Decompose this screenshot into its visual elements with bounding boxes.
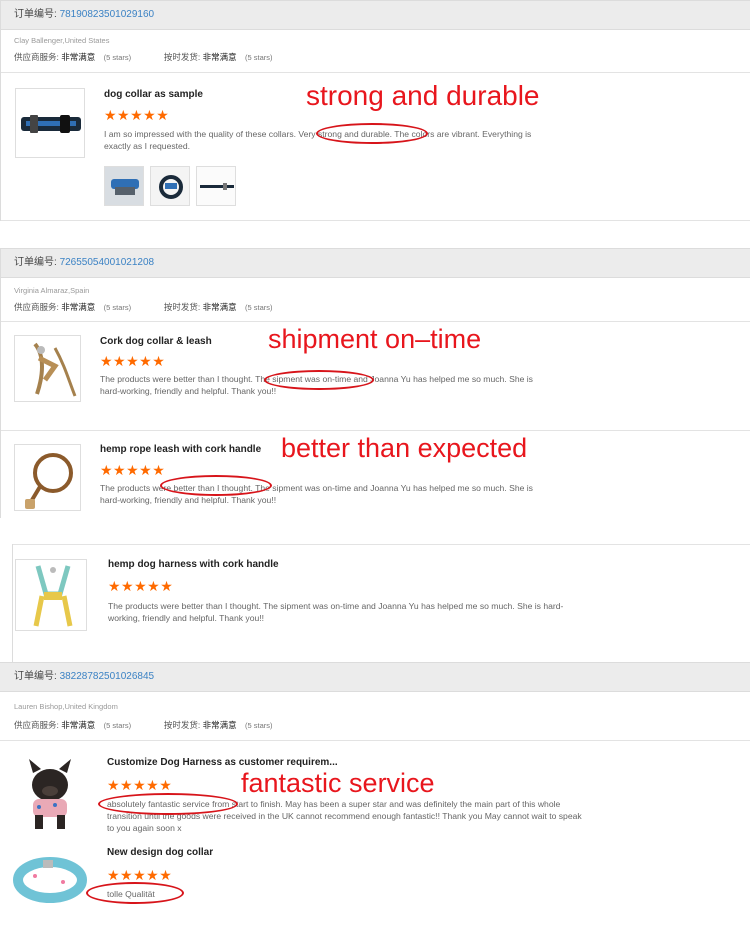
review-photo-thumb[interactable] bbox=[150, 166, 190, 206]
service-label: 供应商服务: bbox=[14, 720, 59, 730]
divider bbox=[0, 740, 750, 741]
highlight-ellipse bbox=[98, 793, 238, 815]
service-stars-text: (5 stars) bbox=[103, 303, 132, 312]
divider bbox=[0, 220, 750, 221]
product-image[interactable] bbox=[14, 335, 81, 402]
rating-stars: ★★★★★ bbox=[104, 107, 170, 123]
order-number-label: 订单编号: bbox=[14, 671, 57, 682]
service-stars-text: (5 stars) bbox=[103, 721, 132, 730]
order-header: 订单编号: 38228782501026845 bbox=[0, 662, 750, 692]
order-header: 订单编号: 78190823501029160 bbox=[0, 0, 750, 30]
shipping-stars-text: (5 stars) bbox=[245, 53, 273, 62]
divider bbox=[0, 321, 750, 322]
service-label: 供应商服务: bbox=[14, 302, 59, 312]
review-text: The products were better than I thought.… bbox=[108, 601, 564, 624]
product-image[interactable] bbox=[13, 755, 87, 832]
highlight-ellipse bbox=[86, 882, 184, 904]
highlight-ellipse bbox=[160, 475, 272, 496]
shipping-stars-text: (5 stars) bbox=[245, 721, 273, 730]
highlight-ellipse bbox=[316, 123, 428, 144]
service-stars-text: (5 stars) bbox=[103, 53, 132, 62]
annotation-fantastic-service: fantastic service bbox=[241, 768, 435, 798]
product-title[interactable]: Cork dog collar & leash bbox=[100, 336, 212, 347]
border-left bbox=[0, 248, 1, 518]
rating-stars: ★★★★★ bbox=[107, 867, 173, 883]
rating-stars: ★★★★★ bbox=[107, 777, 173, 793]
shipping-label: 按时发货: bbox=[163, 720, 201, 730]
border-left bbox=[12, 544, 13, 662]
shipping-value: 非常满意 bbox=[202, 302, 237, 312]
product-title[interactable]: hemp dog harness with cork handle bbox=[108, 559, 279, 570]
rating-stars: ★★★★★ bbox=[100, 462, 166, 478]
rating-stars: ★★★★★ bbox=[108, 578, 174, 594]
customer-name: Virginia Almaraz,Spain bbox=[14, 286, 90, 295]
order-number-link[interactable]: 72655054001021208 bbox=[60, 257, 155, 268]
divider bbox=[0, 430, 750, 431]
annotation-strong-durable: strong and durable bbox=[306, 80, 540, 111]
product-image[interactable] bbox=[13, 848, 87, 908]
product-image[interactable] bbox=[15, 88, 85, 158]
order-ratings: 供应商服务: 非常满意 (5 stars) 按时发货: 非常满意 (5 star… bbox=[14, 719, 273, 731]
order-ratings: 供应商服务: 非常满意 (5 stars) 按时发货: 非常满意 (5 star… bbox=[14, 301, 273, 313]
product-title[interactable]: dog collar as sample bbox=[104, 89, 203, 100]
order-number-label: 订单编号: bbox=[14, 9, 57, 20]
divider bbox=[0, 72, 750, 73]
rating-stars: ★★★★★ bbox=[100, 353, 166, 369]
product-image[interactable] bbox=[14, 444, 81, 511]
product-title[interactable]: New design dog collar bbox=[107, 847, 213, 858]
shipping-stars-text: (5 stars) bbox=[245, 303, 273, 312]
divider bbox=[12, 544, 750, 545]
product-title[interactable]: hemp rope leash with cork handle bbox=[100, 444, 261, 455]
order-header: 订单编号: 72655054001021208 bbox=[0, 248, 750, 278]
customer-name: Clay Ballenger,United States bbox=[14, 36, 110, 45]
product-image[interactable] bbox=[15, 559, 87, 631]
order-number-link[interactable]: 78190823501029160 bbox=[60, 9, 155, 20]
annotation-shipment-ontime: shipment on–time bbox=[268, 324, 482, 354]
order-number-link[interactable]: 38228782501026845 bbox=[60, 671, 155, 682]
service-value: 非常满意 bbox=[61, 302, 96, 312]
service-value: 非常满意 bbox=[61, 720, 96, 730]
review-photo-thumb[interactable] bbox=[104, 166, 144, 206]
order-number-label: 订单编号: bbox=[14, 257, 57, 268]
review-photo-thumb[interactable] bbox=[196, 166, 236, 206]
product-title[interactable]: Customize Dog Harness as customer requir… bbox=[107, 757, 338, 768]
shipping-label: 按时发货: bbox=[163, 52, 201, 62]
shipping-label: 按时发货: bbox=[163, 302, 201, 312]
service-label: 供应商服务: bbox=[14, 52, 59, 62]
shipping-value: 非常满意 bbox=[202, 720, 237, 730]
service-value: 非常满意 bbox=[61, 52, 96, 62]
annotation-better-than-expected: better than expected bbox=[281, 433, 528, 463]
shipping-value: 非常满意 bbox=[202, 52, 237, 62]
order-ratings: 供应商服务: 非常满意 (5 stars) 按时发货: 非常满意 (5 star… bbox=[14, 51, 273, 63]
highlight-ellipse bbox=[264, 370, 374, 390]
border-left bbox=[0, 0, 1, 221]
customer-name: Lauren Bishop,United Kingdom bbox=[14, 702, 118, 711]
